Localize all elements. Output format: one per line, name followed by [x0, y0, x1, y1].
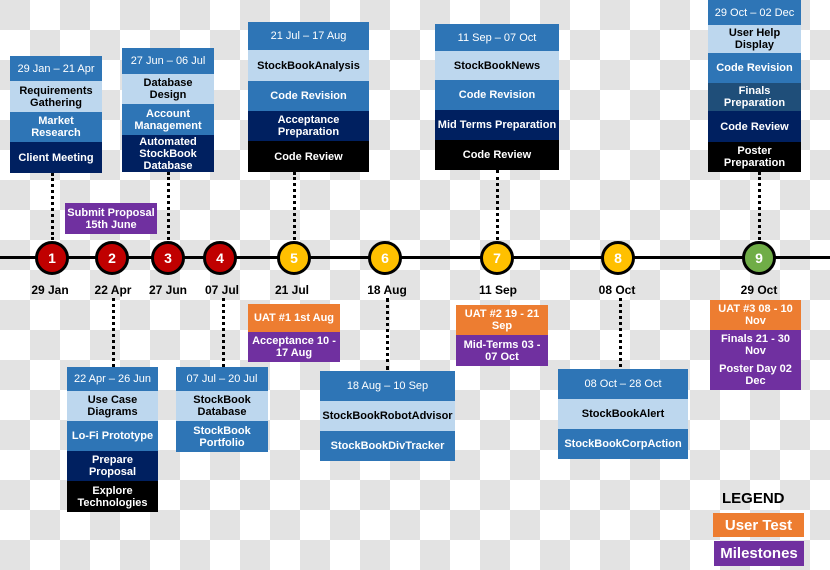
task-item: Lo-Fi Prototype	[67, 421, 158, 451]
legend-milestones: Milestones	[714, 541, 804, 566]
date-range-header: 18 Aug – 10 Sep	[320, 371, 455, 401]
task-item: Use Case Diagrams	[67, 391, 158, 421]
milestone-marker: 9	[742, 241, 776, 275]
task-item: Client Meeting	[10, 142, 102, 173]
date-range-header: 21 Jul – 17 Aug	[248, 22, 369, 50]
task-box: 08 Oct – 28 Oct StockBookAlert StockBookCo…	[558, 369, 688, 459]
task-item: Explore Technologies	[67, 481, 158, 512]
date-range-header: 22 Apr – 26 Jun	[67, 367, 158, 391]
task-item: Requirements Gathering	[10, 81, 102, 112]
milestone-marker: 2	[95, 241, 129, 275]
task-box: UAT #2 19 - 21 Sep Mid-Terms 03 - 07 Oct	[456, 305, 548, 366]
milestone-date: 08 Oct	[598, 283, 636, 297]
legend-title: LEGEND	[722, 490, 785, 507]
task-item: UAT #3 08 - 10 Nov	[710, 300, 801, 330]
date-range-header: 29 Oct – 02 Dec	[708, 0, 801, 25]
dotted-connector	[293, 172, 296, 240]
milestone-date: 27 Jun	[148, 283, 187, 297]
task-item: Database Design	[122, 74, 214, 104]
task-item: Code Revision	[708, 53, 801, 83]
task-item: StockBookRobotAdvisor	[320, 401, 455, 431]
dotted-connector	[619, 298, 622, 367]
task-box: 21 Jul – 17 Aug StockBookAnalysis Code Rev…	[248, 22, 369, 172]
dotted-connector	[167, 172, 170, 240]
task-box: 07 Jul – 20 Jul StockBook Database StockBo…	[176, 367, 268, 452]
task-box: 29 Oct – 02 Dec User Help Display Code Rev…	[708, 0, 801, 172]
milestone-marker: 8	[601, 241, 635, 275]
milestone-date: 29 Jan	[31, 283, 69, 297]
milestone-marker: 1	[35, 241, 69, 275]
task-item: User Help Display	[708, 25, 801, 53]
task-item: Code Review	[708, 111, 801, 142]
task-item: UAT #2 19 - 21 Sep	[456, 305, 548, 335]
task-item: Poster Day 02 Dec	[710, 360, 801, 390]
milestone-marker: 3	[151, 241, 185, 275]
task-box: Submit Proposal 15th June	[65, 203, 157, 234]
milestone-date: 29 Oct	[740, 283, 778, 297]
task-box: 18 Aug – 10 Sep StockBookRobotAdvisor Stoc…	[320, 371, 455, 461]
task-box: UAT #1 1st Aug Acceptance 10 - 17 Aug	[248, 304, 340, 362]
dotted-connector	[758, 172, 761, 240]
task-box: UAT #3 08 - 10 Nov Finals 21 - 30 Nov Post…	[710, 300, 801, 390]
task-item: StockBookNews	[435, 51, 559, 80]
milestone-date: 18 Aug	[367, 283, 407, 297]
date-range-header: 08 Oct – 28 Oct	[558, 369, 688, 399]
date-range-header: 07 Jul – 20 Jul	[176, 367, 268, 391]
task-item: StockBookCorpAction	[558, 429, 688, 459]
task-item: Code Revision	[435, 80, 559, 110]
date-range-header: 27 Jun – 06 Jul	[122, 48, 214, 74]
dotted-connector	[496, 170, 499, 240]
dotted-connector	[222, 298, 225, 367]
task-item: Submit Proposal 15th June	[65, 203, 157, 234]
task-item: Prepare Proposal	[67, 451, 158, 481]
task-item: StockBookAnalysis	[248, 50, 369, 81]
task-item: UAT #1 1st Aug	[248, 304, 340, 332]
task-item: Market Research	[10, 112, 102, 142]
task-item: Mid-Terms 03 - 07 Oct	[456, 335, 548, 366]
task-item: Finals Preparation	[708, 83, 801, 111]
task-item: StockBook Database	[176, 391, 268, 421]
task-item: Acceptance 10 - 17 Aug	[248, 332, 340, 362]
dotted-connector	[51, 173, 54, 240]
task-item: Automated StockBook Database	[122, 135, 214, 172]
task-item: Code Review	[248, 141, 369, 172]
milestone-date: 11 Sep	[478, 283, 518, 297]
milestone-marker: 5	[277, 241, 311, 275]
dotted-connector	[386, 298, 389, 370]
task-item: Account Management	[122, 104, 214, 135]
task-item: Mid Terms Preparation	[435, 110, 559, 140]
dotted-connector	[112, 298, 115, 367]
milestone-date: 07 Jul	[204, 283, 240, 297]
task-item: StockBook Portfolio	[176, 421, 268, 452]
task-item: Code Revision	[248, 81, 369, 111]
task-item: StockBookDivTracker	[320, 431, 455, 461]
task-box: 22 Apr – 26 Jun Use Case Diagrams Lo-Fi Pr…	[67, 367, 158, 512]
legend-user-test: User Test	[713, 513, 804, 537]
date-range-header: 11 Sep – 07 Oct	[435, 24, 559, 51]
task-item: Poster Preparation	[708, 142, 801, 172]
task-item: StockBookAlert	[558, 399, 688, 429]
task-item: Finals 21 - 30 Nov	[710, 330, 801, 360]
date-range-header: 29 Jan – 21 Apr	[10, 56, 102, 81]
task-box: 27 Jun – 06 Jul Database Design Account Ma…	[122, 48, 214, 172]
task-item: Code Review	[435, 140, 559, 170]
task-box: 11 Sep – 07 Oct StockBookNews Code Revisio…	[435, 24, 559, 170]
task-item: Acceptance Preparation	[248, 111, 369, 141]
milestone-marker: 7	[480, 241, 514, 275]
milestone-date: 21 Jul	[274, 283, 310, 297]
task-box: 29 Jan – 21 Apr Requirements Gathering Mar…	[10, 56, 102, 173]
milestone-marker: 6	[368, 241, 402, 275]
milestone-marker: 4	[203, 241, 237, 275]
milestone-date: 22 Apr	[94, 283, 132, 297]
